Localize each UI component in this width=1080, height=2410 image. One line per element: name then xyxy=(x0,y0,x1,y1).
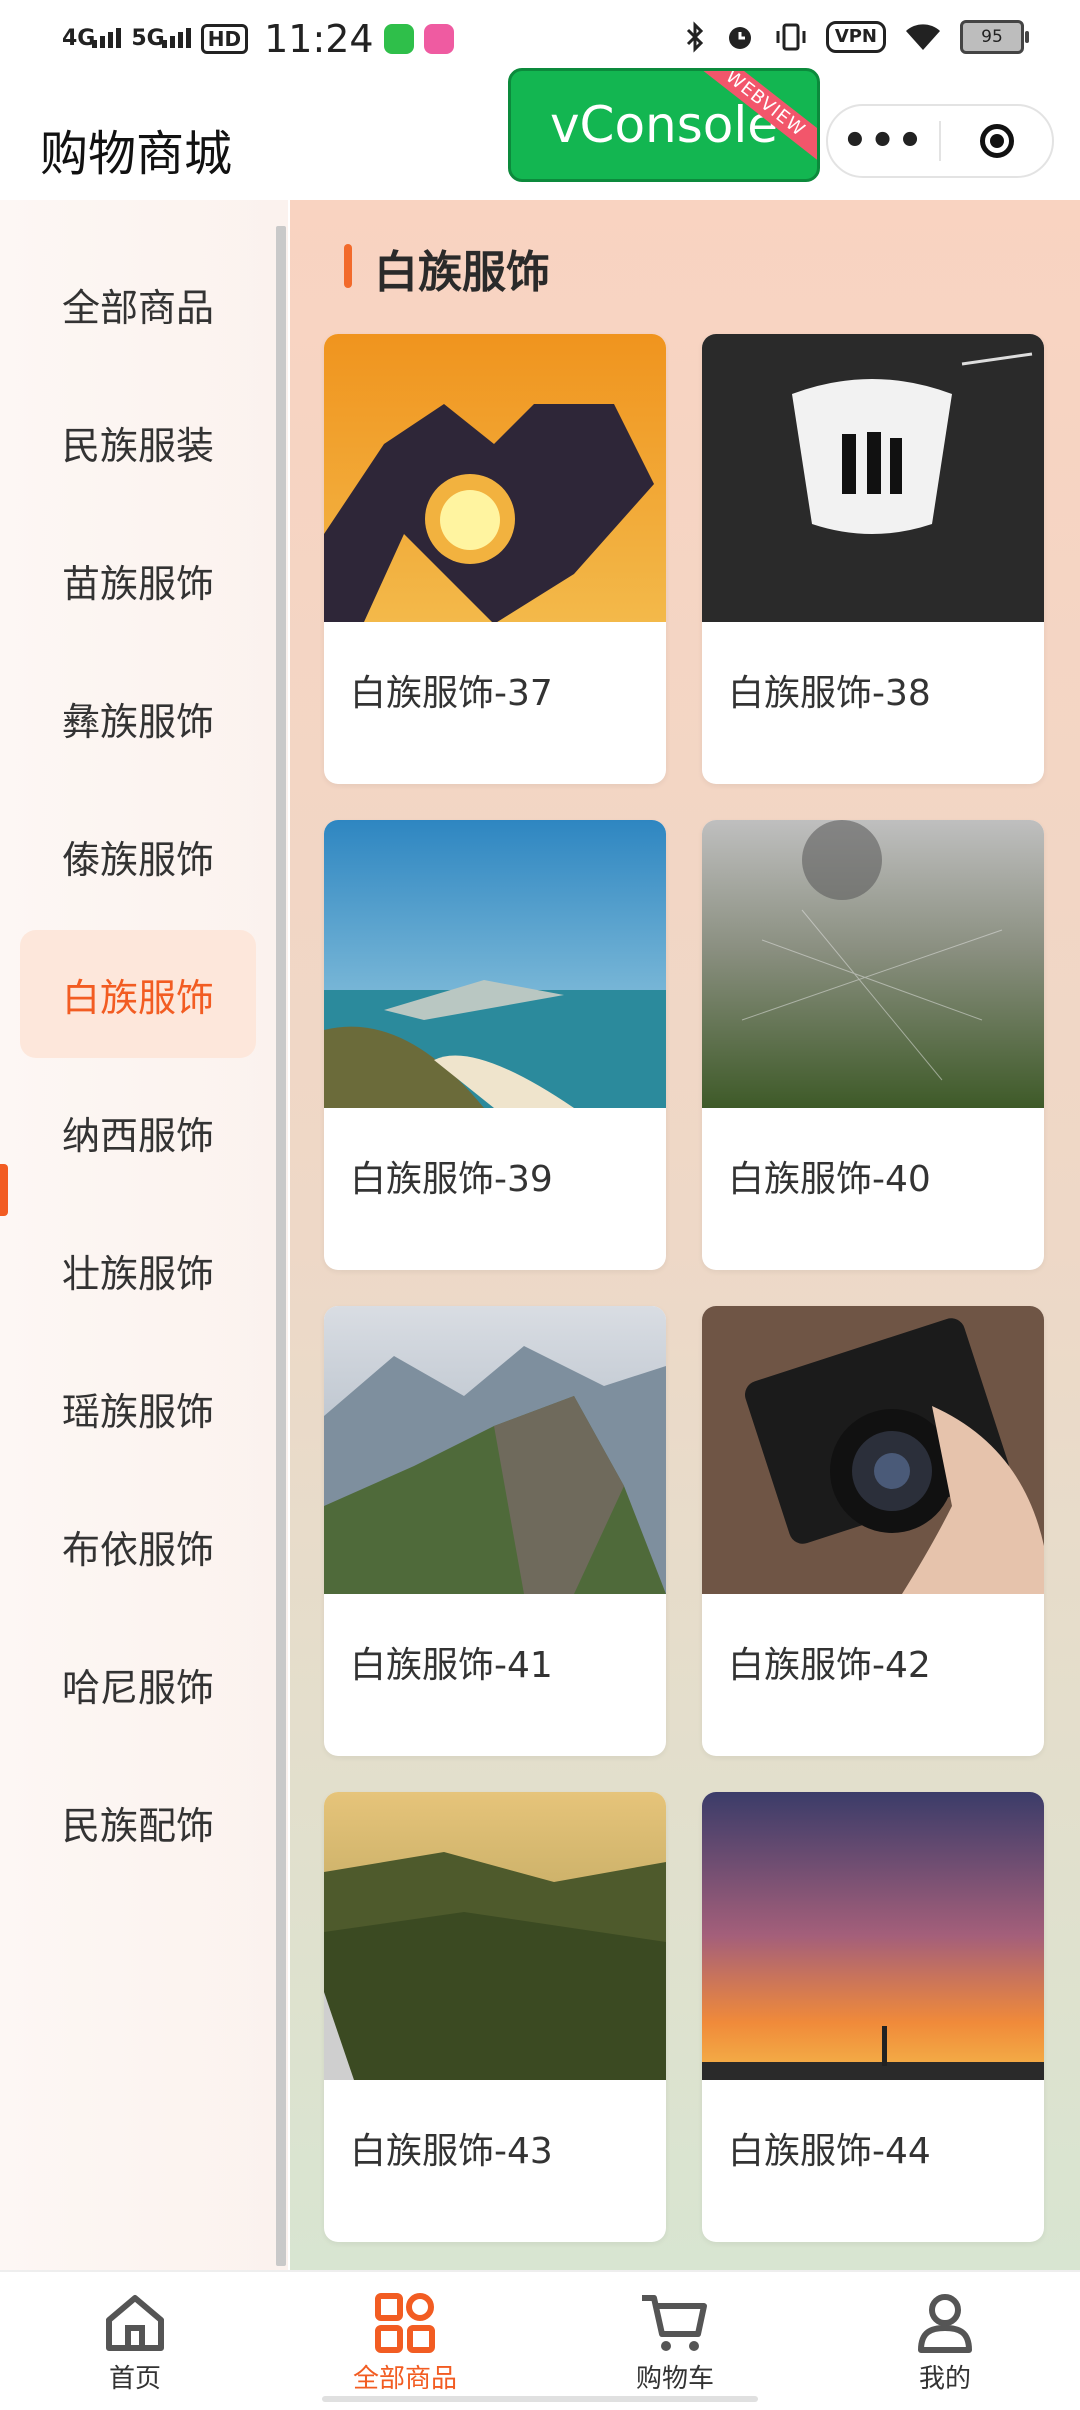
category-sidebar: 全部商品 民族服装 苗族服饰 彝族服饰 傣族服饰 白族服饰 纳西服饰 壮族服饰 瑶族服饰 布依服饰… xyxy=(0,200,288,2270)
tab-cart[interactable]: 购物车 xyxy=(540,2272,810,2410)
tab-bar: 首页 全部商品 购物车 我的 xyxy=(0,2270,1080,2410)
sidebar-item-category[interactable]: 壮族服饰 xyxy=(20,1206,256,1334)
bluetooth-icon xyxy=(686,21,703,53)
product-name: 白族服饰-39 xyxy=(350,1159,553,1200)
sidebar-item-category[interactable]: 傣族服饰 xyxy=(20,792,256,920)
product-card[interactable]: 白族服饰-41 xyxy=(324,1306,666,1756)
tab-home[interactable]: 首页 xyxy=(0,2272,270,2410)
sidebar-item-category[interactable]: 彝族服饰 xyxy=(20,654,256,782)
product-card[interactable]: 白族服饰-38 xyxy=(702,334,1044,784)
network-type-label: 4G xyxy=(62,26,96,51)
product-image xyxy=(702,334,1044,622)
product-card[interactable]: 白族服饰-40 xyxy=(702,820,1044,1270)
miniprogram-capsule: ••• xyxy=(826,104,1054,178)
vconsole-label: vConsole xyxy=(549,96,779,154)
product-image xyxy=(324,1792,666,2080)
signal-5g-indicator: 5G xyxy=(131,26,191,51)
battery-icon: 95 xyxy=(960,20,1029,54)
product-name: 白族服饰-44 xyxy=(728,2131,931,2172)
cart-icon xyxy=(642,2295,707,2351)
sidebar-item-category[interactable]: 白族服饰 xyxy=(20,930,256,1058)
tab-label: 全部商品 xyxy=(352,2364,457,2394)
product-card[interactable]: 白族服饰-43 xyxy=(324,1792,666,2242)
product-card[interactable]: 白族服饰-37 xyxy=(324,334,666,784)
product-card[interactable]: 白族服饰-42 xyxy=(702,1306,1044,1756)
tab-label: 我的 xyxy=(918,2364,971,2394)
target-close-icon xyxy=(979,124,1014,158)
hd-voice-icon: HD xyxy=(200,24,249,54)
product-image xyxy=(324,334,666,622)
product-name: 白族服饰-37 xyxy=(350,673,553,714)
home-indicator[interactable] xyxy=(322,2396,758,2402)
active-category-marker xyxy=(0,1164,8,1216)
network-type-label: 5G xyxy=(131,26,165,51)
product-card[interactable]: 白族服饰-44 xyxy=(702,1792,1044,2242)
sidebar-item-category[interactable]: 纳西服饰 xyxy=(20,1068,256,1196)
sidebar-item-category[interactable]: 布依服饰 xyxy=(20,1482,256,1610)
product-name: 白族服饰-40 xyxy=(728,1159,931,1200)
product-image xyxy=(324,820,666,1108)
sidebar-item-category[interactable]: 民族服装 xyxy=(20,378,256,506)
more-dots-icon: ••• xyxy=(842,118,925,164)
sidebar-item-category[interactable]: 哈尼服饰 xyxy=(20,1620,256,1748)
sidebar-item-category[interactable]: 民族配饰 xyxy=(20,1758,256,1886)
sidebar-scrollbar[interactable] xyxy=(276,226,286,2266)
tab-label: 购物车 xyxy=(635,2364,714,2394)
grid-icon xyxy=(375,2293,435,2353)
more-menu-button[interactable]: ••• xyxy=(828,121,939,161)
sidebar-item-category[interactable]: 全部商品 xyxy=(20,240,256,368)
product-image xyxy=(324,1306,666,1594)
product-image xyxy=(702,1306,1044,1594)
user-icon xyxy=(918,2294,972,2353)
app-notification-icon xyxy=(423,24,454,54)
product-name: 白族服饰-43 xyxy=(350,2131,553,2172)
wifi-icon xyxy=(906,24,940,50)
vconsole-button[interactable]: vConsole WEBVIEW xyxy=(508,68,820,182)
page-title: 购物商城 xyxy=(40,126,233,182)
product-image xyxy=(702,1792,1044,2080)
close-miniprogram-button[interactable] xyxy=(941,124,1052,158)
vpn-icon: VPN xyxy=(825,21,886,53)
vibrate-icon xyxy=(776,23,806,51)
section-title: 白族服饰 xyxy=(374,247,550,298)
product-card[interactable]: 白族服饰-39 xyxy=(324,820,666,1270)
product-panel: 白族服饰 白族服饰-37 白族服饰-38 白族服饰-39 白族服饰-40 白族服饰-41… xyxy=(290,200,1080,2270)
sidebar-item-category[interactable]: 瑶族服饰 xyxy=(20,1344,256,1472)
signal-4g-indicator: 4G xyxy=(62,26,122,51)
product-name: 白族服饰-41 xyxy=(350,1645,553,1686)
product-name: 白族服饰-38 xyxy=(728,673,931,714)
product-image xyxy=(702,820,1044,1108)
product-name: 白族服饰-42 xyxy=(728,1645,931,1686)
tab-label: 首页 xyxy=(108,2364,161,2394)
tab-profile[interactable]: 我的 xyxy=(810,2272,1080,2410)
app-notification-icon xyxy=(383,24,414,54)
home-icon xyxy=(106,2295,164,2351)
sidebar-item-category[interactable]: 苗族服饰 xyxy=(20,516,256,644)
tab-all-products[interactable]: 全部商品 xyxy=(270,2272,540,2410)
section-title-accent xyxy=(344,244,352,288)
clock: 11:24 xyxy=(264,17,374,61)
alarm-icon xyxy=(728,27,751,49)
